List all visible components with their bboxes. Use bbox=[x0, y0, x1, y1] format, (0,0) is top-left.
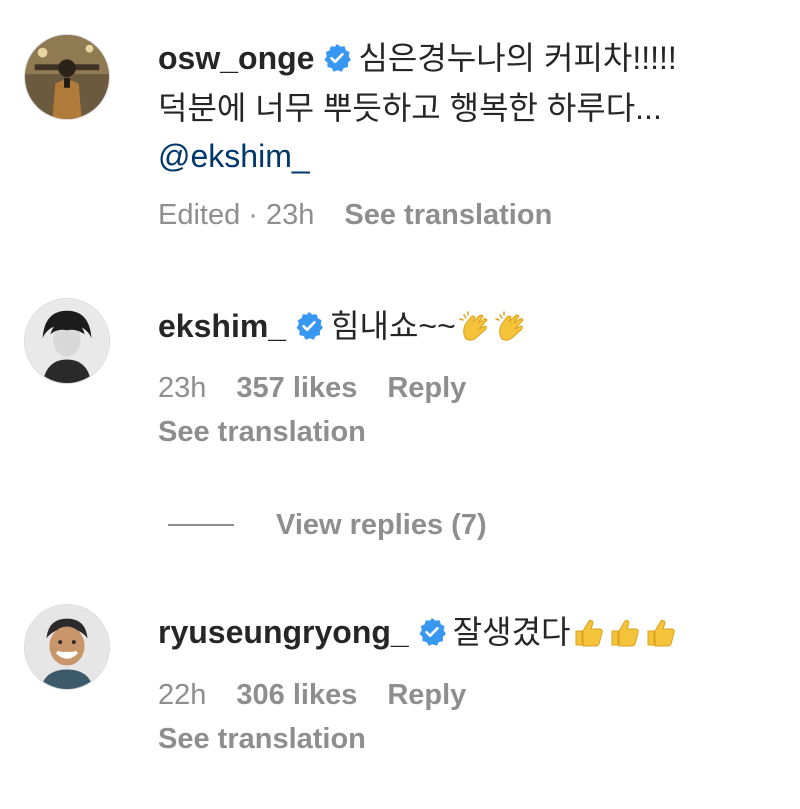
view-replies-label[interactable]: View replies (7) bbox=[276, 509, 487, 542]
comment-text: 힘내쇼~~ bbox=[330, 308, 456, 344]
likes-count[interactable]: 306 likes bbox=[236, 679, 357, 711]
timestamp: 23h bbox=[158, 372, 207, 404]
comment-text: 잘생겼다 bbox=[452, 614, 571, 650]
comment-meta: 23h 357 likes Reply bbox=[158, 370, 496, 406]
divider-line bbox=[168, 524, 234, 526]
reply-button[interactable]: Reply bbox=[387, 679, 466, 711]
comment-text-line1: osw_onge 심은경누나의 커피차!!!!! bbox=[158, 38, 677, 78]
verified-badge-icon bbox=[322, 43, 352, 73]
avatar[interactable] bbox=[24, 298, 110, 384]
comment-meta: 22h 306 likes Reply bbox=[158, 677, 496, 713]
thumbs-up-icon bbox=[644, 615, 678, 649]
verified-badge-icon bbox=[294, 311, 324, 341]
thumbs-up-icon bbox=[608, 615, 642, 649]
timestamp: 22h bbox=[158, 679, 207, 711]
comment-text-line2: 덕분에 너무 뿌듯하고 행복한 하루다... bbox=[158, 90, 662, 126]
likes-count[interactable]: 357 likes bbox=[236, 372, 357, 404]
see-translation-link[interactable]: See translation bbox=[158, 414, 366, 450]
username[interactable]: osw_onge bbox=[158, 40, 314, 76]
comment-meta: Edited · 23h See translation bbox=[158, 197, 582, 233]
clapping-hands-icon bbox=[494, 309, 528, 343]
verified-badge-icon bbox=[417, 617, 447, 647]
avatar[interactable] bbox=[24, 34, 110, 120]
comment-text-line: ekshim_ 힘내쇼~~ bbox=[158, 306, 528, 346]
mention-link[interactable]: @ekshim_ bbox=[158, 136, 310, 176]
comment-text-line: ryuseungryong_ 잘생겼다 bbox=[158, 612, 678, 652]
comment-text: 심은경누나의 커피차!!!!! bbox=[358, 40, 677, 76]
edited-timestamp: Edited · 23h bbox=[158, 199, 315, 231]
clapping-hands-icon bbox=[458, 309, 492, 343]
username[interactable]: ryuseungryong_ bbox=[158, 614, 409, 650]
see-translation-link[interactable]: See translation bbox=[158, 721, 366, 757]
see-translation-link[interactable]: See translation bbox=[344, 199, 552, 231]
thumbs-up-icon bbox=[572, 615, 606, 649]
view-replies-toggle[interactable]: View replies (7) bbox=[168, 507, 487, 543]
reply-button[interactable]: Reply bbox=[387, 372, 466, 404]
avatar[interactable] bbox=[24, 604, 110, 690]
username[interactable]: ekshim_ bbox=[158, 308, 286, 344]
